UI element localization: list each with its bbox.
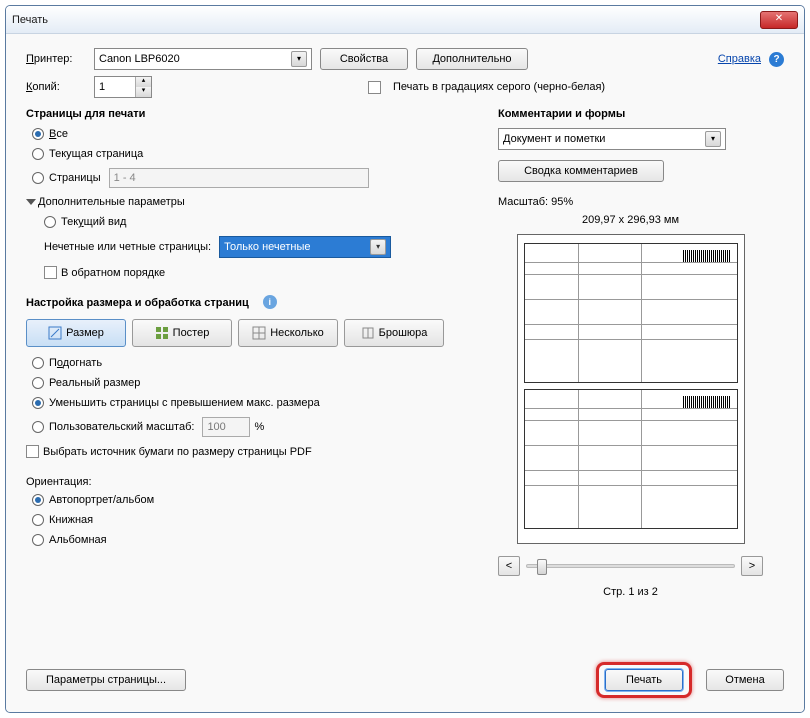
printer-select[interactable]: Canon LBP6020 ▾ <box>94 48 312 70</box>
radio-fit-label: Подогнать <box>49 357 102 369</box>
printer-row: Принтер: Canon LBP6020 ▾ Свойства Дополн… <box>26 48 784 70</box>
size-icon <box>48 326 62 340</box>
page-counter: Стр. 1 из 2 <box>498 586 763 598</box>
radio-current-view[interactable] <box>44 216 56 228</box>
radio-pages[interactable] <box>32 172 44 184</box>
radio-pages-label: Страницы <box>49 172 101 184</box>
comments-section-title: Комментарии и формы <box>498 108 763 120</box>
radio-auto-orient[interactable] <box>32 494 44 506</box>
chevron-down-icon: ▾ <box>291 51 307 67</box>
radio-auto-label: Автопортрет/альбом <box>49 494 154 506</box>
sizing-section-title: Настройка размера и обработка страниц <box>26 297 249 309</box>
radio-portrait-label: Книжная <box>49 514 93 526</box>
preview-doc-1 <box>524 243 738 383</box>
more-options-label[interactable]: Дополнительные параметры <box>38 196 185 208</box>
print-highlight: Печать <box>596 662 692 698</box>
radio-actual[interactable] <box>32 377 44 389</box>
cancel-button[interactable]: Отмена <box>706 669 784 691</box>
window-title: Печать <box>12 14 760 26</box>
radio-landscape-label: Альбомная <box>49 534 107 546</box>
radio-all[interactable] <box>32 128 44 140</box>
slider-thumb[interactable] <box>537 559 547 575</box>
printer-value: Canon LBP6020 <box>99 53 180 65</box>
percent-label: % <box>254 421 264 433</box>
radio-actual-label: Реальный размер <box>49 377 140 389</box>
radio-current[interactable] <box>32 148 44 160</box>
comments-value: Документ и пометки <box>503 133 605 145</box>
tab-multi[interactable]: Несколько <box>238 319 338 347</box>
spin-up-icon[interactable]: ▴ <box>135 77 151 87</box>
pages-range-input[interactable] <box>109 168 369 188</box>
spin-down-icon[interactable]: ▾ <box>135 87 151 97</box>
copies-row: Копий: ▴▾ Печать в градациях серого (чер… <box>26 76 784 98</box>
tab-poster[interactable]: Постер <box>132 319 232 347</box>
radio-portrait[interactable] <box>32 514 44 526</box>
radio-custom[interactable] <box>32 421 44 433</box>
chevron-down-icon: ▾ <box>705 131 721 147</box>
close-button[interactable]: ✕ <box>760 11 798 29</box>
preview-slider[interactable] <box>526 564 735 568</box>
radio-fit[interactable] <box>32 357 44 369</box>
titlebar: Печать ✕ <box>6 6 804 34</box>
orientation-title: Ориентация: <box>26 476 478 488</box>
help-icon[interactable]: ? <box>769 52 784 67</box>
tab-size[interactable]: Размер <box>26 319 126 347</box>
expand-toggle-icon[interactable] <box>26 199 36 205</box>
reverse-label: В обратном порядке <box>61 267 165 279</box>
booklet-icon <box>361 326 375 340</box>
radio-all-label: Все <box>49 128 68 140</box>
dimensions-label: 209,97 x 296,93 мм <box>498 214 763 226</box>
radio-current-label: Текущая страница <box>49 148 143 160</box>
tab-booklet[interactable]: Брошюра <box>344 319 444 347</box>
radio-shrink-label: Уменьшить страницы с превышением макс. р… <box>49 397 320 409</box>
sizing-tabs: Размер Постер Несколько Брошюра <box>26 319 478 347</box>
poster-icon <box>155 326 169 340</box>
radio-custom-label: Пользовательский масштаб: <box>49 421 194 433</box>
radio-landscape[interactable] <box>32 534 44 546</box>
comments-select[interactable]: Документ и пометки ▾ <box>498 128 726 150</box>
chevron-down-icon: ▾ <box>370 239 386 255</box>
copies-spinner[interactable]: ▴▾ <box>94 76 152 98</box>
odd-even-value: Только нечетные <box>224 241 310 253</box>
properties-button[interactable]: Свойства <box>320 48 408 70</box>
multi-icon <box>252 326 266 340</box>
help-link[interactable]: Справка <box>718 53 761 65</box>
scale-label: Масштаб: 95% <box>498 196 763 208</box>
dialog-content: Принтер: Canon LBP6020 ▾ Свойства Дополн… <box>6 34 804 654</box>
print-dialog: Печать ✕ Принтер: Canon LBP6020 ▾ Свойст… <box>5 5 805 713</box>
paper-source-checkbox[interactable] <box>26 445 39 458</box>
grayscale-label: Печать в градациях серого (черно-белая) <box>393 81 605 93</box>
copies-input[interactable] <box>95 77 135 97</box>
summarize-comments-button[interactable]: Сводка комментариев <box>498 160 664 182</box>
info-icon[interactable]: i <box>263 295 277 309</box>
printer-label: Принтер: <box>26 53 86 65</box>
paper-source-label: Выбрать источник бумаги по размеру стран… <box>43 446 312 458</box>
print-preview <box>517 234 745 544</box>
radio-current-view-label: Текущий вид <box>61 216 126 228</box>
grayscale-checkbox[interactable] <box>368 81 381 94</box>
page-setup-button[interactable]: Параметры страницы... <box>26 669 186 691</box>
odd-even-label: Нечетные или четные страницы: <box>44 241 211 253</box>
copies-label: Копий: <box>26 81 86 93</box>
pages-section-title: Страницы для печати <box>26 108 478 120</box>
advanced-button[interactable]: Дополнительно <box>416 48 528 70</box>
dialog-footer: Параметры страницы... Печать Отмена <box>6 654 804 712</box>
preview-nav: < > <box>498 556 763 576</box>
custom-scale-input[interactable] <box>202 417 250 437</box>
next-page-button[interactable]: > <box>741 556 763 576</box>
reverse-checkbox[interactable] <box>44 266 57 279</box>
preview-doc-2 <box>524 389 738 529</box>
odd-even-select[interactable]: Только нечетные ▾ <box>219 236 391 258</box>
print-button[interactable]: Печать <box>605 669 683 691</box>
radio-shrink[interactable] <box>32 397 44 409</box>
prev-page-button[interactable]: < <box>498 556 520 576</box>
